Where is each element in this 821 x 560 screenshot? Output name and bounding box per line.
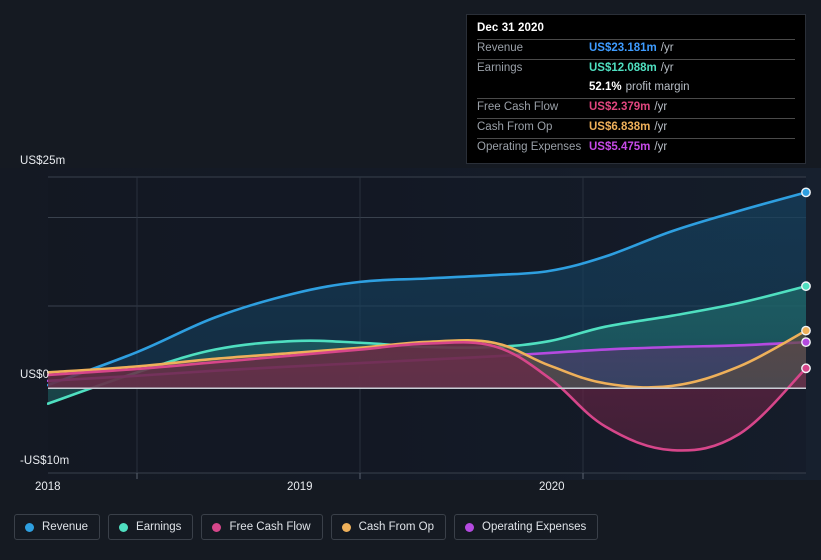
tooltip-row-label: Revenue [477,42,524,54]
legend-color-dot-icon [212,522,222,532]
tooltip-row-value: US$5.475m [589,141,651,153]
legend-item-free-cash-flow[interactable]: Free Cash Flow [201,514,323,540]
tooltip-rows: Revenue US$23.181m/yr Earnings US$12.088m/y… [477,39,795,158]
series-endpoint-marker[interactable] [801,187,811,198]
series-endpoint-marker[interactable] [801,363,811,374]
legend-color-dot-icon [25,522,34,532]
legend-color-dot-icon [465,522,475,532]
tooltip-row-value: 52.1% [589,81,622,93]
tooltip-row-unit: profit margin [625,81,690,93]
data-tooltip: Dec 31 2020 Revenue US$23.181m/yr Earnings… [466,14,806,164]
tooltip-row: Cash From Op US$6.838m/yr [477,118,795,138]
legend-color-dot-icon [119,522,129,532]
tooltip-row-label: Earnings [477,62,523,74]
legend-item-earnings[interactable]: Earnings [108,514,194,540]
legend-item-label: Free Cash Flow [229,521,311,533]
tooltip-row-value: US$12.088m [589,62,657,74]
tooltip-date-title: Dec 31 2020 [477,22,544,34]
series-endpoint-marker[interactable] [801,337,811,348]
tooltip-row-value: US$6.838m [589,121,651,133]
tooltip-row: Revenue US$23.181m/yr [477,39,795,59]
tooltip-row: Free Cash Flow US$2.379m/yr [477,98,795,118]
legend-item-cash-from-op[interactable]: Cash From Op [330,514,447,540]
x-axis-tick-2018: 2018 [35,481,61,493]
chart-legend: Revenue Earnings Free Cash Flow Cash From O… [14,514,599,540]
tooltip-row-label: Operating Expenses [477,141,582,153]
legend-item-revenue[interactable]: Revenue [14,514,101,540]
tooltip-row-unit: /yr [654,141,668,153]
tooltip-row-unit: /yr [660,62,674,74]
tooltip-row-label: Free Cash Flow [477,101,559,113]
financial-chart-widget: US$25m US$0 -US$10m 2018 2019 2020 Dec 31 … [0,0,821,560]
x-axis-tick-2020: 2020 [539,481,565,493]
tooltip-row-label: Cash From Op [477,121,553,133]
legend-item-operating-expenses[interactable]: Operating Expenses [454,514,599,540]
tooltip-row-value: US$2.379m [589,101,651,113]
legend-item-label: Earnings [136,521,182,533]
legend-item-label: Operating Expenses [482,521,587,533]
tooltip-row-unit: /yr [660,42,674,54]
tooltip-row-unit: /yr [654,101,668,113]
series-endpoint-marker[interactable] [801,325,811,336]
legend-item-label: Revenue [42,521,89,533]
x-axis-tick-2019: 2019 [287,481,313,493]
tooltip-row-unit: /yr [654,121,668,133]
tooltip-row: Operating Expenses US$5.475m/yr [477,138,795,158]
legend-color-dot-icon [341,522,351,532]
legend-item-label: Cash From Op [358,521,435,533]
tooltip-row: 52.1% profit margin [477,79,795,98]
series-endpoint-marker[interactable] [801,281,811,292]
tooltip-row-value: US$23.181m [589,42,657,54]
tooltip-row: Earnings US$12.088m/yr [477,59,795,79]
